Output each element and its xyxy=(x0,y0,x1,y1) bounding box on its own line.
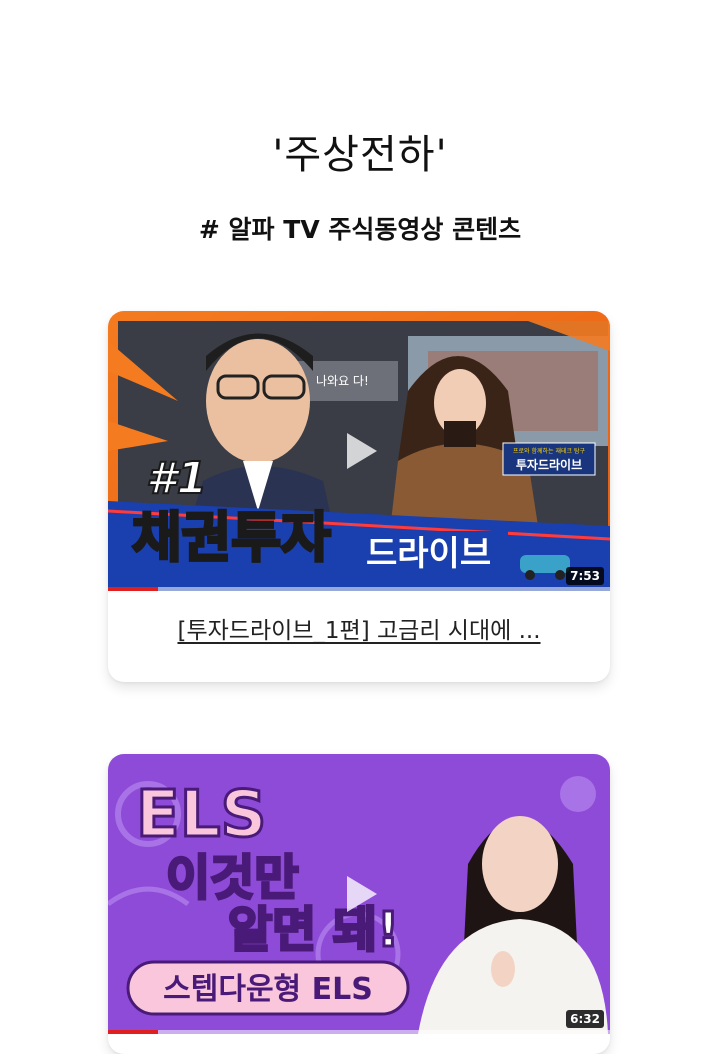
thumb-sub: 드라이브 xyxy=(366,534,491,574)
progress-bar xyxy=(108,1030,610,1034)
page-subtitle: # 알파 TV 주식동영상 콘텐츠 xyxy=(198,215,522,244)
video-card[interactable]: ELS 이것만 알면 돼! 스텝다운형 ELS 6:32 xyxy=(108,754,610,1054)
thumb-headline: 채권투자 xyxy=(132,506,331,569)
thumb-badge: 투자드라이브 xyxy=(516,457,582,472)
duration-badge: 7:53 xyxy=(566,567,604,585)
thumb-line2: 이것만 xyxy=(166,850,298,906)
page-title: '주상전하' xyxy=(272,132,448,178)
thumb-banner: 스텝다운형 ELS xyxy=(163,972,373,1007)
video-thumbnail[interactable]: ELS 이것만 알면 돼! 스텝다운형 ELS 6:32 xyxy=(108,754,610,1034)
thumb-badge-small: 프로와 함께하는 재테크 탐구 xyxy=(513,447,585,455)
thumb-caption: 나와요 다! xyxy=(316,374,369,388)
progress-bar xyxy=(108,587,610,591)
video-title-link[interactable]: [투자드라이브_1편] 고금리 시대에 ... xyxy=(108,611,610,645)
thumb-episode: #1 xyxy=(146,453,207,504)
play-icon[interactable] xyxy=(329,421,389,481)
video-thumbnail[interactable]: 프로와 함께하는 재테크 탐구 투자드라이브 나와요 다! #1 채권투자 드라… xyxy=(108,311,610,591)
play-icon[interactable] xyxy=(329,864,389,924)
video-card[interactable]: 프로와 함께하는 재테크 탐구 투자드라이브 나와요 다! #1 채권투자 드라… xyxy=(108,311,610,682)
duration-badge: 6:32 xyxy=(566,1010,604,1028)
thumb-line1: ELS xyxy=(136,778,267,852)
